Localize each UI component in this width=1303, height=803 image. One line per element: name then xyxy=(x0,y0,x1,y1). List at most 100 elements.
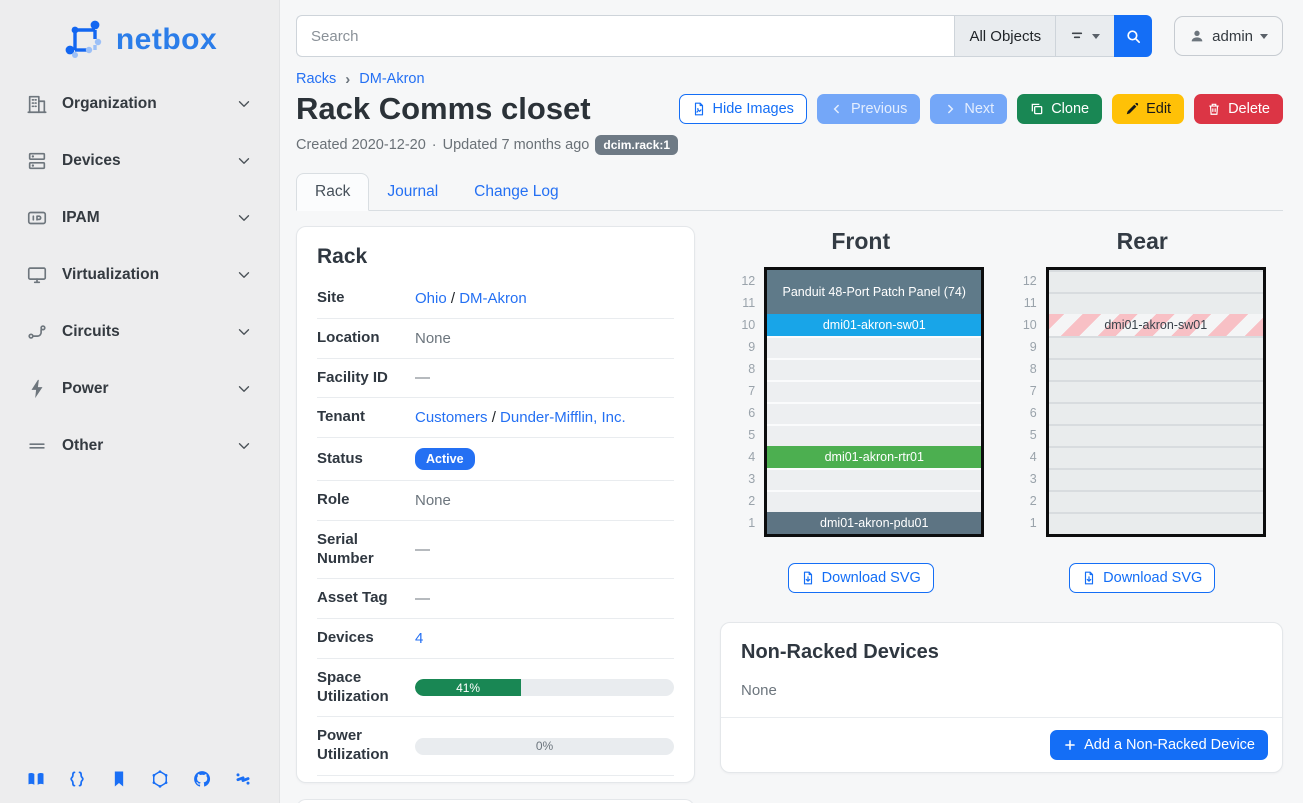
attr-label: Facility ID xyxy=(317,369,415,388)
sidebar-item-circuits[interactable]: Circuits xyxy=(16,312,263,352)
file-download-icon xyxy=(801,571,815,585)
rear-rack-slot-u12[interactable] xyxy=(1049,270,1263,292)
rear-unit-numbers: 121110987654321 xyxy=(1019,267,1037,537)
link-dunder-mifflin-inc-[interactable]: Dunder-Mifflin, Inc. xyxy=(500,409,626,426)
front-device-dmi01-akron-rtr01[interactable]: dmi01-akron-rtr01 xyxy=(767,446,981,468)
github-icon[interactable] xyxy=(192,769,212,789)
breadcrumb-link-racks[interactable]: Racks xyxy=(296,71,336,87)
created-date: Created 2020-12-20 xyxy=(296,137,426,153)
rear-rack-slot-u4[interactable] xyxy=(1049,446,1263,468)
rear-rack-slot-u8[interactable] xyxy=(1049,358,1263,380)
attr-row-devices: Devices4 xyxy=(317,619,674,659)
front-device-dmi01-akron-pdu01[interactable]: dmi01-akron-pdu01 xyxy=(767,512,981,534)
non-racked-title: Non-Racked Devices xyxy=(721,623,1282,668)
attr-value: — xyxy=(415,541,674,558)
rear-rack-slot-u6[interactable] xyxy=(1049,402,1263,424)
search-input[interactable] xyxy=(296,15,954,57)
front-rack-slot-u2[interactable] xyxy=(767,490,981,512)
unit-number: 9 xyxy=(1019,336,1037,358)
rear-rack-slot-u11[interactable] xyxy=(1049,292,1263,314)
rear-rack-slot-u2[interactable] xyxy=(1049,490,1263,512)
slack-icon[interactable] xyxy=(233,769,253,789)
front-rack-slot-u5[interactable] xyxy=(767,424,981,446)
rear-rack-slot-u9[interactable] xyxy=(1049,336,1263,358)
rest-api-braces-icon[interactable] xyxy=(67,769,87,789)
caret-down-icon xyxy=(1260,34,1268,39)
unit-number: 1 xyxy=(1019,512,1037,534)
chevron-down-icon xyxy=(235,380,253,398)
unit-number: 8 xyxy=(737,358,755,380)
pencil-icon xyxy=(1125,102,1139,116)
edit-button[interactable]: Edit xyxy=(1112,94,1184,124)
front-rack-slot-u7[interactable] xyxy=(767,380,981,402)
front-device-panduit-48-port-patch-panel-74-[interactable]: Panduit 48-Port Patch Panel (74) xyxy=(767,270,981,314)
tab-change-log[interactable]: Change Log xyxy=(456,174,576,210)
rack-details-panel: Rack SiteOhio / DM-AkronLocationNoneFaci… xyxy=(296,226,695,783)
link-customers[interactable]: Customers xyxy=(415,409,488,426)
rear-device-dmi01-akron-sw01[interactable]: dmi01-akron-sw01 xyxy=(1049,314,1263,336)
sidebar-item-virtualization[interactable]: Virtualization xyxy=(16,255,263,295)
rear-rack-slot-u7[interactable] xyxy=(1049,380,1263,402)
front-device-dmi01-akron-sw01[interactable]: dmi01-akron-sw01 xyxy=(767,314,981,336)
rear-rack-diagram: dmi01-akron-sw01 xyxy=(1046,267,1266,537)
graphql-icon[interactable] xyxy=(150,769,170,789)
devices-count-link[interactable]: 4 xyxy=(415,630,423,647)
unit-number: 8 xyxy=(1019,358,1037,380)
tab-bar: RackJournalChange Log xyxy=(296,173,1283,211)
attr-value: None xyxy=(415,492,674,509)
sidebar-nav: Organization Devices IPAM Virtualization Cir… xyxy=(16,84,263,466)
tab-rack[interactable]: Rack xyxy=(296,173,369,211)
front-elevation-title: Front xyxy=(831,228,890,255)
link-dm-akron[interactable]: DM-Akron xyxy=(459,290,527,307)
rear-elevation-title: Rear xyxy=(1117,228,1168,255)
chevron-right-icon xyxy=(943,102,957,116)
breadcrumb-chevron-icon: › xyxy=(345,72,350,87)
tab-journal[interactable]: Journal xyxy=(369,174,456,210)
attr-row-site: SiteOhio / DM-Akron xyxy=(317,279,674,319)
rear-download-svg-button[interactable]: Download SVG xyxy=(1069,563,1215,593)
clone-button[interactable]: Clone xyxy=(1017,94,1102,124)
sidebar-item-ipam[interactable]: IPAM xyxy=(16,198,263,238)
sidebar-item-devices[interactable]: Devices xyxy=(16,141,263,181)
front-rack-slot-u9[interactable] xyxy=(767,336,981,358)
breadcrumb-link-dm-akron[interactable]: DM-Akron xyxy=(359,71,424,87)
object-type-select[interactable]: All Objects xyxy=(954,15,1055,57)
link-ohio[interactable]: Ohio xyxy=(415,290,447,307)
rear-rack-slot-u1[interactable] xyxy=(1049,512,1263,534)
sidebar-item-power[interactable]: Power xyxy=(16,369,263,409)
copy-icon xyxy=(1030,102,1044,116)
netbox-logo[interactable]: netbox xyxy=(16,14,263,66)
rear-rack-slot-u3[interactable] xyxy=(1049,468,1263,490)
attr-label: Serial Number xyxy=(317,531,415,569)
chevron-down-icon xyxy=(235,209,253,227)
attr-label: Power Utilization xyxy=(317,727,415,765)
sidebar-item-label: IPAM xyxy=(62,209,235,227)
sidebar-item-organization[interactable]: Organization xyxy=(16,84,263,124)
delete-button[interactable]: Delete xyxy=(1194,94,1283,124)
attr-value: None xyxy=(415,330,674,347)
api-docs-bookmark-icon[interactable] xyxy=(109,769,129,789)
attr-row-serial-number: Serial Number— xyxy=(317,521,674,580)
attr-value: 4 xyxy=(415,630,674,647)
filter-icon xyxy=(1070,28,1086,44)
next-button[interactable]: Next xyxy=(930,94,1007,124)
search-filter-dropdown[interactable] xyxy=(1055,15,1114,57)
search-button[interactable] xyxy=(1114,15,1152,57)
front-download-svg-button[interactable]: Download SVG xyxy=(788,563,934,593)
unit-number: 11 xyxy=(737,292,755,314)
monitor-icon xyxy=(26,264,48,286)
front-rack-slot-u8[interactable] xyxy=(767,358,981,380)
attr-label: Space Utilization xyxy=(317,669,415,707)
docs-book-icon[interactable] xyxy=(26,769,46,789)
sidebar-item-other[interactable]: Other xyxy=(16,426,263,466)
front-rack-slot-u3[interactable] xyxy=(767,468,981,490)
front-rack-slot-u6[interactable] xyxy=(767,402,981,424)
rear-rack-slot-u5[interactable] xyxy=(1049,424,1263,446)
ip-address-icon xyxy=(26,207,48,229)
attr-label: Devices xyxy=(317,629,415,648)
previous-button[interactable]: Previous xyxy=(817,94,920,124)
hide-images-button[interactable]: Hide Images xyxy=(679,94,807,124)
user-menu-button[interactable]: admin xyxy=(1174,16,1283,56)
add-non-racked-device-button[interactable]: Add a Non-Racked Device xyxy=(1050,730,1268,760)
chevron-down-icon xyxy=(235,323,253,341)
